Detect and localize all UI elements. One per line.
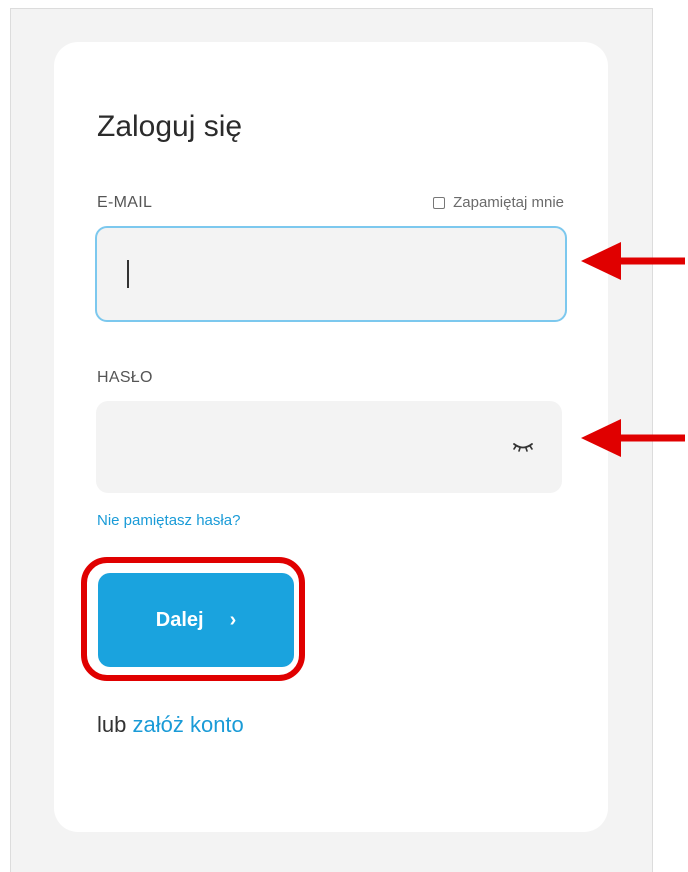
forgot-password-link[interactable]: Nie pamiętasz hasła? bbox=[97, 512, 240, 529]
text-cursor bbox=[127, 260, 129, 288]
checkbox-box[interactable] bbox=[433, 196, 446, 209]
email-input[interactable] bbox=[95, 226, 567, 322]
eye-closed-icon[interactable] bbox=[512, 436, 534, 456]
password-input[interactable] bbox=[96, 401, 562, 493]
or-text: lub bbox=[97, 712, 127, 737]
page-title: Zaloguj się bbox=[97, 110, 243, 143]
login-card: Zaloguj się E-MAIL Zapamiętaj mnie HASŁO… bbox=[54, 42, 608, 832]
email-label: E-MAIL bbox=[97, 194, 153, 211]
button-highlight-box bbox=[81, 557, 305, 681]
arrow-left-icon bbox=[581, 242, 685, 280]
create-account-line: lub załóż konto bbox=[97, 712, 244, 738]
remember-me-checkbox[interactable]: Zapamiętaj mnie bbox=[433, 194, 564, 211]
arrow-left-icon bbox=[581, 419, 685, 457]
remember-me-label: Zapamiętaj mnie bbox=[453, 194, 564, 211]
password-label: HASŁO bbox=[97, 369, 153, 386]
create-account-link[interactable]: załóż konto bbox=[132, 712, 243, 737]
